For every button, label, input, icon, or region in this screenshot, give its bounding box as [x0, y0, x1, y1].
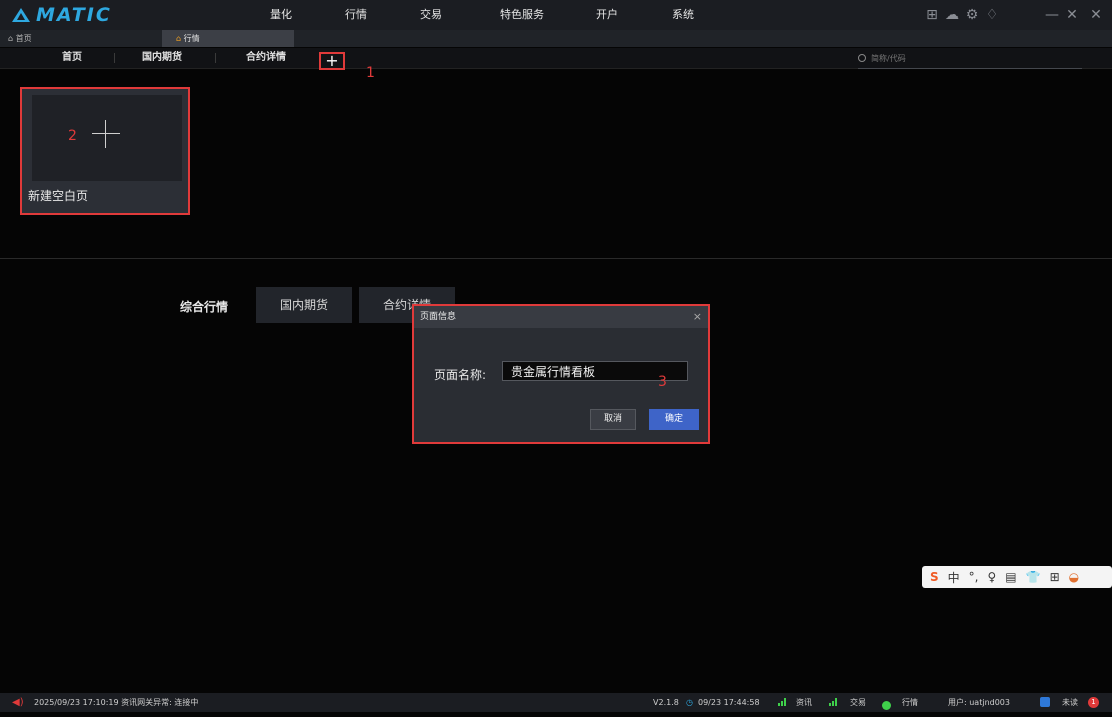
info-signal-icon — [778, 693, 786, 712]
cancel-button[interactable]: 取消 — [590, 409, 636, 430]
divider — [114, 53, 115, 63]
title-bar: MATIC 量化 行情 交易 特色服务 开户 系统 ⊞ ☁ ⚙ ♢ — ✕ ✕ — [0, 0, 1112, 30]
dialog-header: 页面信息 × — [414, 306, 708, 328]
minimize-icon[interactable]: — — [1044, 7, 1060, 23]
logo-mark-icon — [12, 8, 30, 22]
page-tab-row: ⌂ 首页 ⌂ 行情 — [0, 30, 1112, 47]
annotation-marker-2: 2 — [68, 128, 77, 144]
user-text: 用户: uatjnd003 — [948, 698, 1010, 707]
new-blank-page-label: 新建空白页 — [28, 189, 89, 203]
annotation-marker-3: 3 — [658, 374, 667, 390]
page-tab-home[interactable]: ⌂ 首页 — [0, 30, 168, 47]
dialog-title: 页面信息 — [420, 312, 457, 322]
search-icon — [858, 54, 866, 62]
settings-icon[interactable]: ⚙ — [964, 7, 980, 23]
market-status-label: 行情 — [902, 698, 918, 707]
menu-item-quant[interactable]: 量化 — [270, 0, 292, 30]
subtab-home[interactable]: 首页 — [62, 48, 82, 68]
microphone-icon[interactable]: ♀ — [988, 570, 997, 584]
search-input[interactable]: 简称/代码 — [858, 51, 1082, 69]
plus-icon — [92, 120, 120, 148]
skin-icon[interactable]: 👕 — [1026, 570, 1041, 584]
extra-icon[interactable]: ◒ — [1069, 570, 1079, 584]
keyboard-icon[interactable]: ▤ — [1005, 570, 1016, 584]
speaker-icon[interactable]: ◀) — [12, 693, 24, 712]
template-group-title: 综合行情 — [180, 300, 229, 314]
unread-count-badge[interactable]: 1 — [1088, 697, 1099, 708]
divider — [215, 53, 216, 63]
subtab-domestic-futures[interactable]: 国内期货 — [142, 48, 182, 68]
close-icon[interactable]: × — [693, 306, 702, 328]
page-tab-market[interactable]: ⌂ 行情 — [162, 30, 294, 47]
clock-icon: ◷ — [686, 698, 693, 707]
menu-item-trade[interactable]: 交易 — [420, 0, 442, 30]
page-info-dialog: 页面信息 × 页面名称: 3 取消 确定 — [412, 304, 710, 444]
menu-item-open-account[interactable]: 开户 — [596, 0, 618, 30]
info-status-label: 资讯 — [796, 698, 812, 707]
grid-icon[interactable]: ⊞ — [924, 7, 940, 23]
page-name-label: 页面名称: — [434, 368, 487, 382]
page-tab-market-label: 行情 — [183, 34, 200, 43]
menu-item-special-services[interactable]: 特色服务 — [500, 0, 544, 30]
logo-text: MATIC — [36, 4, 112, 26]
trade-status-label: 交易 — [850, 698, 866, 707]
cloud-icon[interactable]: ☁ — [944, 7, 960, 23]
market-status-dot-icon — [882, 698, 891, 717]
skin-icon[interactable]: ♢ — [984, 7, 1000, 23]
app-logo: MATIC — [12, 4, 112, 26]
page-tab-home-label: 首页 — [15, 34, 32, 43]
ime-toolbar: S 中 °, ♀ ▤ 👕 ⊞ ◒ — [922, 566, 1112, 588]
toolbox-icon[interactable]: ⊞ — [1050, 570, 1060, 584]
unread-label[interactable]: 未读 — [1062, 693, 1078, 712]
subtab-contract-details[interactable]: 合约详情 — [246, 48, 286, 68]
confirm-button[interactable]: 确定 — [649, 409, 699, 430]
sogou-logo-icon[interactable]: S — [930, 570, 939, 584]
annotation-marker-1: 1 — [366, 65, 375, 81]
clock-time: 09/23 17:44:58 — [698, 698, 760, 707]
add-page-button[interactable]: + — [319, 52, 345, 70]
search-placeholder: 简称/代码 — [871, 54, 906, 63]
home-icon: ⌂ — [8, 34, 14, 43]
status-log: 2025/09/23 17:10:19 资讯网关异常: 连接中 — [34, 698, 199, 707]
close-window-icon[interactable]: ✕ — [1088, 7, 1104, 23]
status-bar: ◀) 2025/09/23 17:10:19 资讯网关异常: 连接中 V2.1.… — [0, 693, 1112, 712]
menu-item-system[interactable]: 系统 — [672, 0, 694, 30]
house-icon: ⌂ — [176, 34, 182, 43]
pin-icon[interactable]: ✕ — [1064, 7, 1080, 23]
download-icon[interactable] — [1040, 697, 1050, 707]
version-text: V2.1.8 — [653, 698, 679, 707]
punctuation-icon[interactable]: °, — [969, 570, 979, 584]
template-domestic-futures[interactable]: 国内期货 — [256, 287, 352, 323]
chinese-mode-toggle[interactable]: 中 — [948, 569, 960, 586]
divider — [0, 258, 1112, 259]
menu-item-market[interactable]: 行情 — [345, 0, 367, 30]
trade-signal-icon — [829, 693, 837, 712]
